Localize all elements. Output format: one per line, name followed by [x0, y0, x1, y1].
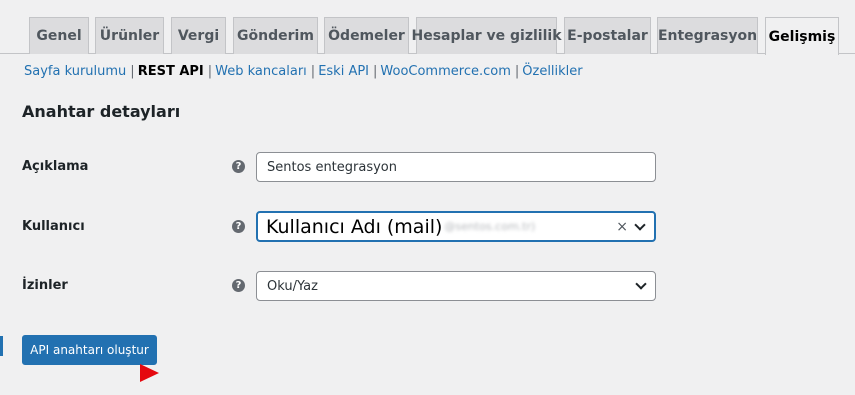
subnav-separator: | — [207, 64, 213, 79]
subnav-separator: | — [310, 64, 316, 79]
tab-e-postalar[interactable]: E-postalar — [564, 17, 651, 54]
tab-vergi[interactable]: Vergi — [171, 17, 226, 54]
red-arrow-pointer — [140, 364, 159, 382]
permissions-select[interactable]: Oku/Yaz — [256, 271, 656, 301]
subnav-woocommerce-com[interactable]: WooCommerce.com — [380, 64, 510, 79]
subnav-sayfa-kurulumu[interactable]: Sayfa kurulumu — [24, 64, 126, 79]
permissions-help-icon[interactable]: ? — [232, 279, 245, 292]
subnav-ozellikler[interactable]: Özellikler — [522, 64, 582, 79]
settings-tabs: Genel Ürünler Vergi Gönderim Ödemeler He… — [0, 0, 855, 55]
user-label: Kullanıcı — [22, 219, 85, 234]
advanced-subnav: Sayfa kurulumu | REST API | Web kancalar… — [24, 64, 583, 79]
subnav-rest-api[interactable]: REST API — [138, 64, 204, 79]
tab-genel[interactable]: Genel — [29, 17, 89, 54]
tab-gelismis[interactable]: Gelişmiş — [765, 17, 839, 55]
tab-odemeler[interactable]: Ödemeler — [324, 17, 409, 54]
tab-gonderim[interactable]: Gönderim — [233, 17, 318, 54]
chevron-down-icon — [634, 219, 646, 231]
user-help-icon[interactable]: ? — [232, 220, 245, 233]
subnav-web-kancalari[interactable]: Web kancaları — [215, 64, 307, 79]
user-email-blurred: @sentos.com.tr) — [444, 220, 536, 233]
permissions-label: İzinler — [22, 278, 68, 293]
tab-entegrasyon[interactable]: Entegrasyon — [657, 17, 758, 54]
description-input[interactable]: Sentos entegrasyon — [256, 152, 656, 182]
subnav-separator: | — [130, 64, 135, 79]
subnav-separator: | — [373, 64, 378, 79]
subnav-separator: | — [514, 64, 520, 79]
generate-api-key-button[interactable]: API anahtarı oluştur — [22, 335, 157, 365]
chevron-down-icon — [635, 278, 647, 290]
tab-urunler[interactable]: Ürünler — [95, 17, 164, 54]
left-edge-marker — [0, 336, 3, 356]
subnav-eski-api[interactable]: Eski API — [318, 64, 369, 79]
clear-icon[interactable]: × — [616, 219, 628, 235]
description-label: Açıklama — [22, 159, 89, 174]
description-help-icon[interactable]: ? — [232, 160, 245, 173]
permissions-select-value: Oku/Yaz — [267, 278, 318, 294]
user-select[interactable]: Kullanıcı Adı (mail) @sentos.com.tr) × — [256, 211, 656, 242]
section-title: Anahtar detayları — [22, 102, 181, 121]
tab-hesaplar-ve-gizlilik[interactable]: Hesaplar ve gizlilik — [412, 17, 562, 54]
user-select-value: Kullanıcı Adı (mail) — [266, 215, 443, 238]
